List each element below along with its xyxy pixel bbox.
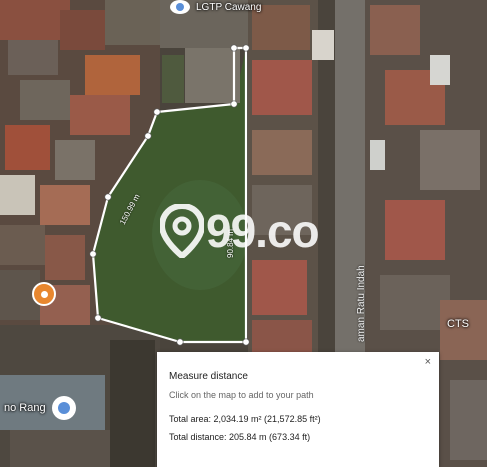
place-label-right: CTS bbox=[447, 318, 469, 330]
panel-hint: Click on the map to add to your path bbox=[169, 390, 314, 400]
place-pin-bottom[interactable] bbox=[52, 396, 76, 420]
measure-vertex bbox=[153, 108, 161, 116]
close-icon[interactable]: × bbox=[425, 356, 431, 368]
food-icon bbox=[40, 290, 48, 298]
place-label-top: LGTP Cawang bbox=[196, 2, 262, 13]
place-pin-orange[interactable] bbox=[32, 282, 56, 306]
location-pin-icon bbox=[160, 204, 204, 258]
measure-vertex bbox=[230, 100, 238, 108]
measure-vertex bbox=[104, 193, 112, 201]
watermark-text: 99.co bbox=[206, 205, 320, 257]
location-pin-icon bbox=[58, 402, 70, 414]
measure-vertex bbox=[242, 44, 250, 52]
measure-vertex bbox=[94, 314, 102, 322]
place-pin-top[interactable] bbox=[170, 0, 190, 14]
place-label-bottom: no Rang bbox=[4, 402, 46, 414]
panel-title: Measure distance bbox=[169, 371, 248, 382]
total-distance: Total distance: 205.84 m (673.34 ft) bbox=[169, 432, 311, 442]
total-area: Total area: 2,034.19 m² (21,572.85 ft²) bbox=[169, 414, 321, 424]
measure-vertex bbox=[144, 132, 152, 140]
street-label: aman Ratu Indah bbox=[356, 265, 367, 342]
measure-vertex bbox=[89, 250, 97, 258]
measure-vertex bbox=[176, 338, 184, 346]
location-pin-icon bbox=[176, 3, 184, 11]
measure-distance-panel: × Measure distance Click on the map to a… bbox=[157, 352, 439, 467]
measure-vertex bbox=[230, 44, 238, 52]
watermark: 99.co bbox=[160, 204, 320, 258]
measure-vertex bbox=[242, 338, 250, 346]
